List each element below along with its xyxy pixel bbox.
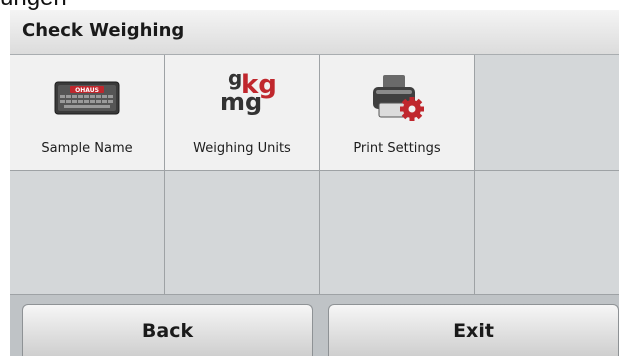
unit-mg-glyph: mg bbox=[220, 88, 263, 116]
empty-slot bbox=[10, 171, 165, 295]
empty-slot bbox=[165, 171, 320, 295]
button-bar: Back Exit bbox=[10, 295, 619, 356]
exit-button[interactable]: Exit bbox=[328, 304, 619, 356]
title-bar: Check Weighing bbox=[10, 10, 619, 55]
menu-item-label: Print Settings bbox=[353, 141, 441, 156]
back-button[interactable]: Back bbox=[22, 304, 313, 356]
weighing-units-icon: g kg mg bbox=[165, 66, 319, 123]
menu-item-print-settings[interactable]: Print Settings bbox=[320, 55, 475, 171]
menu-item-weighing-units[interactable]: g kg mg Weighing Units bbox=[165, 55, 320, 171]
empty-slot bbox=[475, 55, 619, 171]
keyboard-brand: OHAUS bbox=[75, 87, 99, 94]
screen: ungen Check Weighing OHAUS bbox=[0, 0, 619, 356]
menu-item-label: Weighing Units bbox=[193, 141, 291, 156]
keyboard-icon: OHAUS bbox=[10, 73, 164, 123]
page-title: Check Weighing bbox=[22, 20, 185, 41]
scale-display: Check Weighing OHAUS Sample Name g kg mg… bbox=[10, 10, 619, 356]
empty-slot bbox=[320, 171, 475, 295]
menu-grid: OHAUS Sample Name g kg mg Weighing Units… bbox=[10, 55, 619, 295]
menu-item-label: Sample Name bbox=[41, 141, 133, 156]
empty-slot bbox=[475, 171, 619, 295]
menu-item-sample-name[interactable]: OHAUS Sample Name bbox=[10, 55, 165, 171]
overflow-heading: ungen bbox=[0, 0, 67, 10]
printer-gear-icon bbox=[320, 73, 474, 123]
